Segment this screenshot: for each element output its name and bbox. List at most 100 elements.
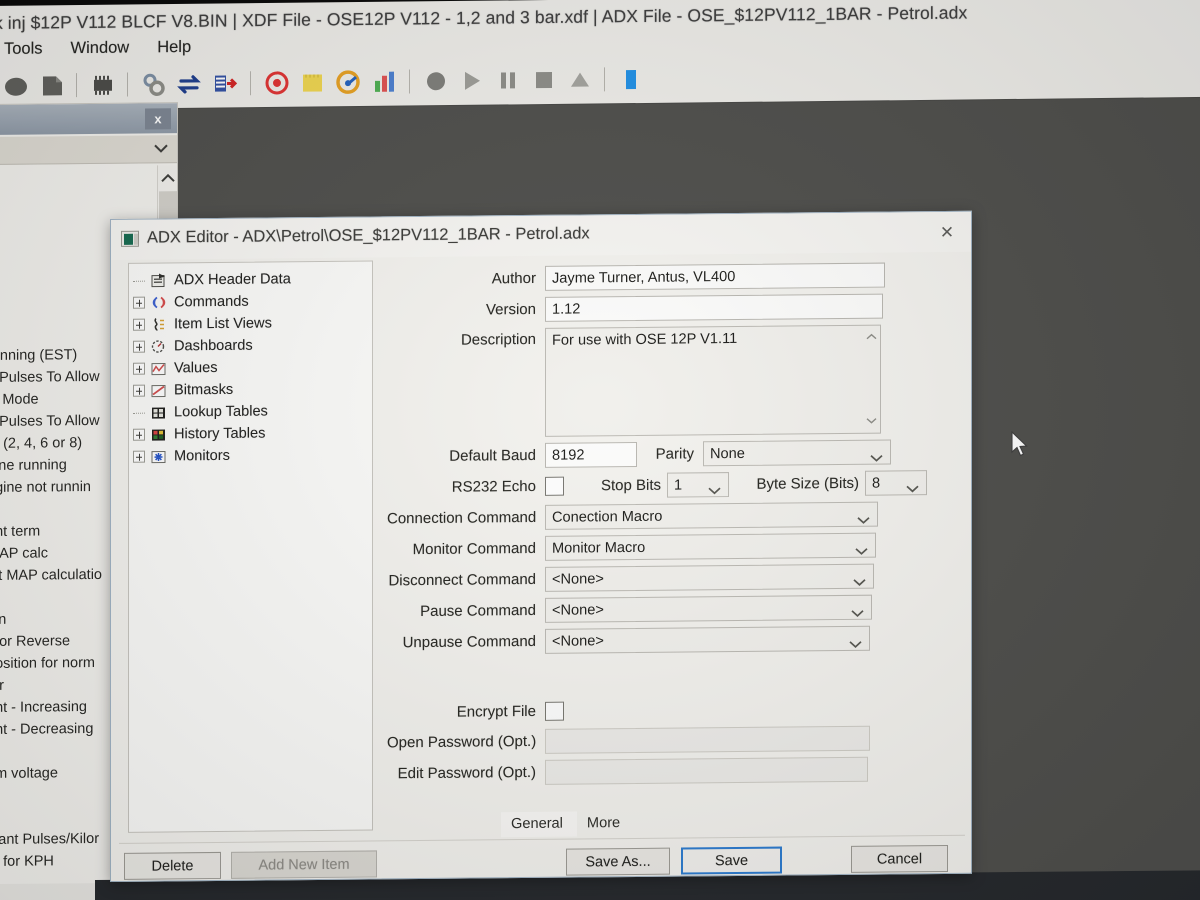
adx-editor-dialog: ADX Editor - ADX\Petrol\OSE_$12PV112_1BA… [110, 210, 972, 882]
chevron-up-icon[interactable] [866, 329, 877, 345]
menu-item-window[interactable]: Window [71, 39, 130, 59]
dialog-titlebar: ADX Editor - ADX\Petrol\OSE_$12PV112_1BA… [111, 211, 971, 260]
chevron-down-icon [855, 542, 868, 562]
header-data-icon [149, 271, 169, 289]
tree-item-adx-header-data[interactable]: ADX Header Data [133, 267, 372, 291]
add-new-item-button[interactable]: Add New Item [231, 850, 377, 879]
byte-size-select[interactable]: 8 [865, 470, 927, 496]
connection-command-select[interactable]: Conection Macro [545, 501, 878, 530]
expand-icon[interactable] [133, 428, 145, 441]
open-password-row: Open Password (Opt.) [387, 725, 957, 755]
tree-item-label: Bitmasks [174, 381, 234, 399]
tab-more[interactable]: More [577, 811, 634, 837]
open-file-icon[interactable] [34, 68, 70, 102]
pause-icon[interactable] [490, 63, 526, 97]
open-bin-icon[interactable] [0, 69, 34, 103]
compare-icon[interactable] [208, 66, 244, 100]
save-button[interactable]: Save [681, 846, 782, 875]
stop-bits-select[interactable]: 1 [667, 472, 729, 498]
cancel-button[interactable]: Cancel [851, 844, 948, 873]
save-as-button[interactable]: Save As... [566, 847, 670, 876]
log-icon[interactable] [613, 62, 649, 96]
tree-item-item-list-views[interactable]: Item List Views [133, 311, 372, 335]
eject-icon[interactable] [562, 62, 598, 96]
gears-icon[interactable] [136, 67, 172, 101]
rs232-echo-checkbox[interactable] [545, 476, 564, 496]
tree-item-commands[interactable]: Commands [133, 289, 372, 313]
tree-item-label: History Tables [174, 425, 266, 443]
expand-icon[interactable] [133, 362, 145, 375]
tree-connector [133, 275, 145, 287]
tree-item-label: Monitors [174, 447, 230, 465]
close-icon[interactable]: x [145, 108, 171, 130]
scrollbar-thumb[interactable] [159, 191, 177, 222]
monitor-command-select[interactable]: Monitor Macro [545, 532, 876, 562]
screen: k inj $12P V112 BLCF V8.BIN | XDF File -… [0, 0, 1200, 900]
tree-item-history-tables[interactable]: History Tables [133, 421, 372, 445]
toolbar-divider [76, 73, 79, 98]
default-baud-input[interactable]: 8192 [545, 441, 637, 468]
parity-select[interactable]: None [703, 439, 891, 467]
stop-bits-value: 1 [674, 477, 683, 494]
stop-icon[interactable] [526, 63, 562, 97]
bar-chart-icon[interactable] [367, 65, 403, 99]
pause-command-value: <None> [552, 602, 604, 619]
delete-button[interactable]: Delete [124, 851, 221, 880]
chip-icon[interactable] [85, 68, 121, 102]
gauge-icon[interactable] [259, 66, 295, 100]
disconnect-command-row: Disconnect Command <None> [387, 563, 957, 593]
connection-command-value: Conection Macro [552, 508, 663, 526]
tree-item-lookup-tables[interactable]: Lookup Tables [133, 399, 372, 423]
commands-icon [149, 293, 169, 311]
unpause-command-value: <None> [552, 633, 604, 650]
expand-icon[interactable] [133, 384, 145, 397]
dashboard-icon[interactable] [331, 65, 367, 99]
expand-icon[interactable] [133, 318, 145, 331]
stop-bits-label: Stop Bits [600, 476, 661, 495]
menu-item-help[interactable]: Help [157, 38, 191, 57]
open-password-input[interactable] [545, 725, 870, 754]
edit-password-input[interactable] [545, 756, 868, 785]
toolbar-divider [604, 67, 607, 92]
chevron-down-icon [853, 573, 866, 593]
version-input[interactable]: 1.12 [545, 293, 883, 322]
description-textarea[interactable]: For use with OSE 12P V1.11 [545, 324, 881, 437]
default-baud-label: Default Baud [449, 446, 536, 465]
notes-icon[interactable] [295, 65, 331, 99]
parity-label: Parity [655, 445, 694, 463]
tree-item-dashboards[interactable]: Dashboards [133, 333, 372, 357]
chevron-down-icon [851, 604, 864, 624]
item-list-views-icon [149, 315, 169, 333]
tree-item-label: ADX Header Data [174, 271, 291, 289]
close-icon[interactable]: ✕ [933, 222, 961, 244]
byte-size-label: Byte Size (Bits) [756, 474, 859, 493]
disconnect-command-select[interactable]: <None> [545, 563, 874, 593]
description-scrollbar[interactable] [863, 326, 879, 432]
expand-icon[interactable] [133, 340, 145, 353]
tree-item-monitors[interactable]: Monitors [133, 443, 372, 467]
expand-icon[interactable] [133, 296, 145, 309]
expand-icon[interactable] [133, 450, 145, 463]
author-input[interactable]: Jayme Turner, Antus, VL400 [545, 262, 885, 291]
pause-command-label: Pause Command [420, 601, 536, 621]
monitor-command-row: Monitor Command Monitor Macro [387, 532, 957, 562]
tab-general[interactable]: General [501, 811, 577, 838]
rs232-echo-label: RS232 Echo [451, 477, 536, 496]
play-icon[interactable] [454, 64, 490, 98]
chevron-down-icon[interactable] [866, 413, 877, 429]
disconnect-command-value: <None> [552, 571, 604, 588]
navigation-tree[interactable]: ADX Header Data Commands Item List Views Da… [128, 260, 373, 833]
tree-item-bitmasks[interactable]: Bitmasks [133, 377, 372, 401]
encrypt-file-checkbox[interactable] [545, 701, 564, 721]
chevron-up-icon[interactable] [161, 170, 175, 188]
background-window-dropdown[interactable] [0, 135, 178, 165]
tree-item-label: Dashboards [174, 337, 253, 355]
chevron-down-icon [153, 141, 169, 159]
tree-item-values[interactable]: Values [133, 355, 372, 379]
transfer-arrows-icon[interactable] [172, 67, 208, 101]
menu-item-tools[interactable]: Tools [4, 39, 43, 58]
unpause-command-select[interactable]: <None> [545, 625, 870, 654]
values-icon [149, 359, 169, 377]
record-icon[interactable] [418, 64, 454, 98]
pause-command-select[interactable]: <None> [545, 594, 872, 624]
